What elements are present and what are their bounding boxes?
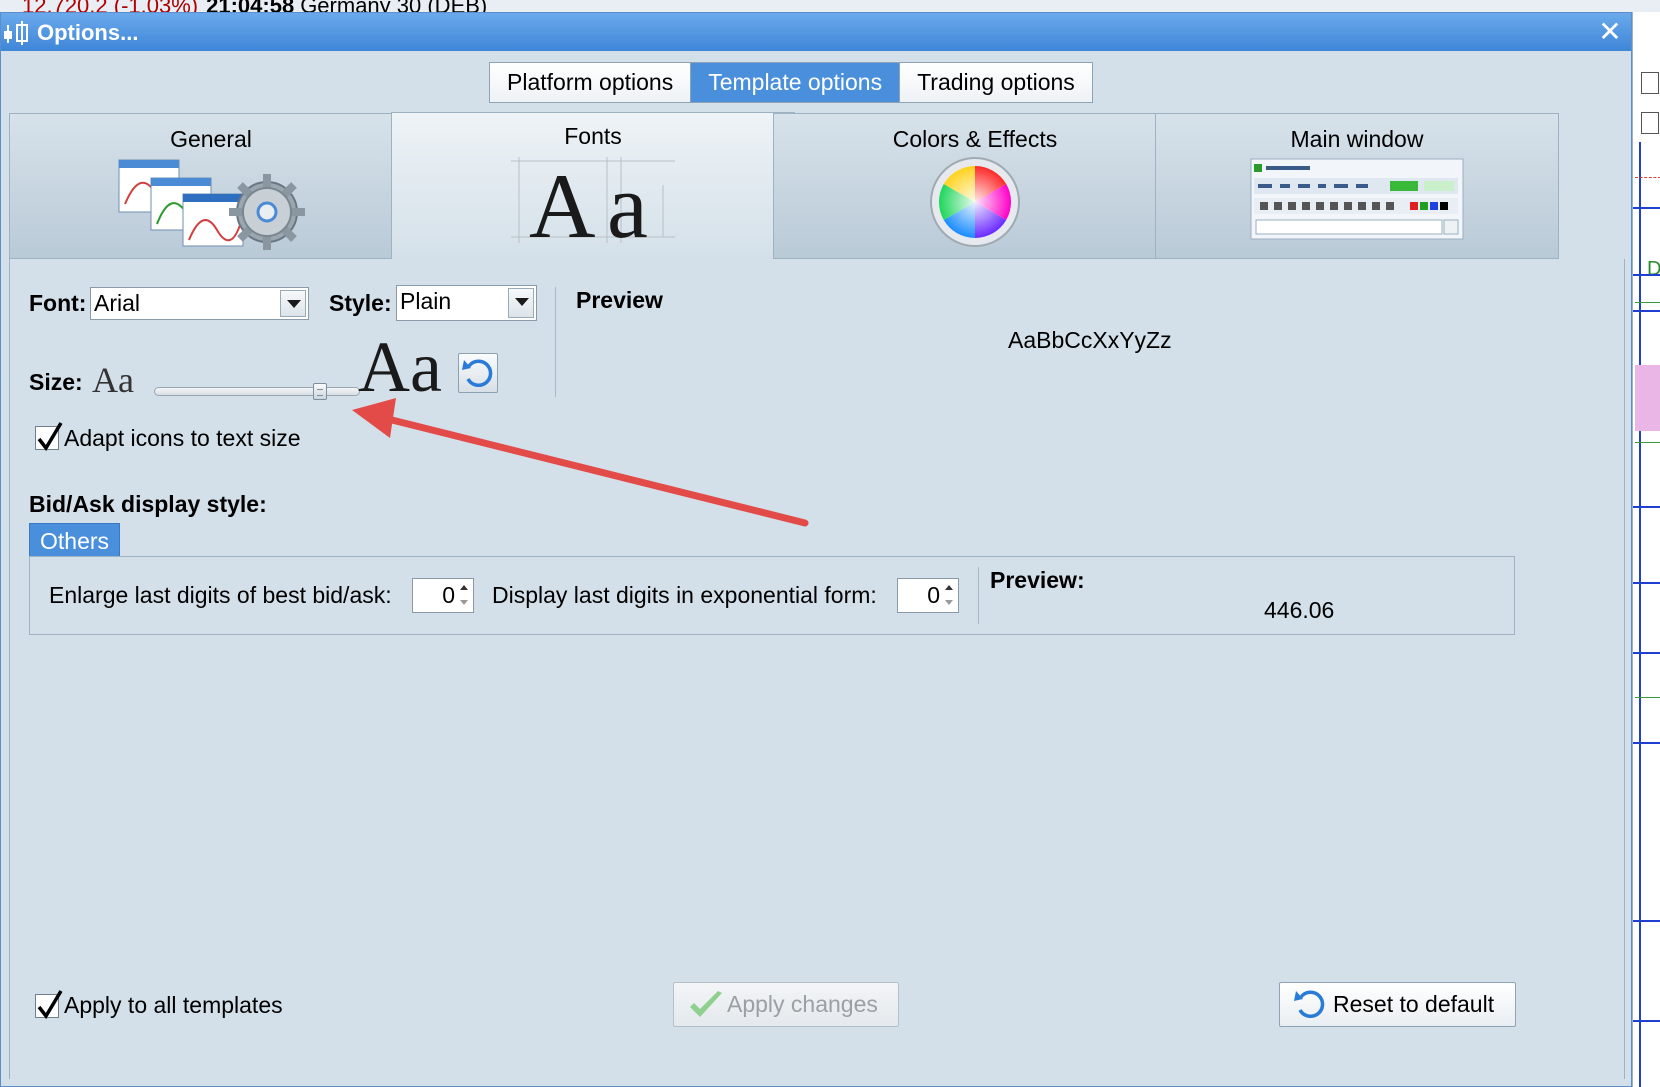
close-icon[interactable]: ✕ (1595, 16, 1625, 48)
tab-fonts-label: Fonts (564, 123, 622, 149)
background-ticker: 12,720.2 (-1.03%) 21:04:58 Germany 30 (DEB… (0, 0, 1660, 12)
background-line (1633, 920, 1660, 922)
bid-ask-preview-label: Preview: (990, 567, 1085, 593)
background-dashed-line (1635, 177, 1660, 178)
tab-others[interactable]: Others (29, 523, 121, 557)
checkmark-icon (37, 990, 63, 1020)
apply-changes-label: Apply changes (727, 991, 878, 1017)
candlestick-icon (3, 21, 29, 45)
bid-ask-group: Enlarge last digits of best bid/ask: 0 D… (29, 556, 1515, 635)
font-dropdown[interactable]: Arial (90, 287, 309, 320)
chevron-down-icon[interactable] (508, 288, 534, 318)
style-dropdown-value: Plain (400, 288, 452, 314)
preview-text: AaBbCcXxYyZz (1008, 327, 1172, 353)
stepper-down-icon[interactable] (458, 596, 471, 610)
tab-platform-options[interactable]: Platform options (490, 63, 692, 102)
tab-colors-label: Colors & Effects (892, 126, 1058, 152)
font-label: Font: (29, 290, 87, 316)
general-settings-icon (111, 156, 311, 255)
font-aa-icon: A a (503, 155, 683, 257)
enlarge-digits-value: 0 (442, 582, 455, 608)
background-line (1633, 582, 1660, 584)
reset-to-default-button[interactable]: Reset to default (1279, 982, 1516, 1027)
background-label: D (1647, 258, 1660, 281)
category-tab-bar: General Fonts A a Colors & Effects Main … (9, 112, 1625, 260)
svg-text:A: A (529, 155, 595, 245)
style-label: Style: (329, 290, 392, 316)
apply-all-checkbox[interactable] (35, 990, 63, 1020)
font-dropdown-value: Arial (94, 290, 141, 316)
enlarge-digits-label: Enlarge last digits of best bid/ask: (49, 582, 392, 608)
background-line (1633, 742, 1660, 744)
background-checkbox (1641, 112, 1659, 134)
fonts-panel: Font: Arial Style: Plain Size: Aa Aa Ada… (9, 259, 1625, 1079)
background-line (1633, 1020, 1660, 1022)
main-window-icon (1250, 158, 1464, 245)
exponential-digits-stepper[interactable]: 0 (897, 578, 959, 613)
bid-ask-label: Bid/Ask display style: (29, 491, 267, 517)
adapt-icons-label: Adapt icons to text size (64, 425, 301, 451)
background-band (1635, 365, 1660, 431)
reset-size-button[interactable] (458, 353, 498, 393)
tab-trading-options[interactable]: Trading options (900, 63, 1092, 102)
checkmark-icon (37, 422, 63, 452)
size-label: Size: (29, 369, 83, 395)
chevron-down-icon[interactable] (280, 290, 306, 317)
tab-general[interactable]: General (9, 113, 413, 259)
tab-main-window[interactable]: Main window (1155, 113, 1559, 259)
reset-to-default-label: Reset to default (1333, 991, 1495, 1017)
tab-general-label: General (170, 126, 252, 152)
style-dropdown[interactable]: Plain (396, 285, 537, 321)
background-line (1633, 652, 1660, 654)
apply-changes-button[interactable]: Apply changes (673, 982, 899, 1027)
tab-main-window-label: Main window (1290, 126, 1424, 152)
background-line (1633, 274, 1660, 276)
stepper-up-icon[interactable] (943, 581, 956, 595)
exponential-digits-label: Display last digits in exponential form: (492, 582, 877, 608)
background-axis-line (1639, 142, 1641, 1087)
svg-text:a: a (607, 155, 648, 245)
size-slider-thumb[interactable] (313, 383, 328, 400)
options-dialog: Options... ✕ Platform options Template o… (0, 12, 1632, 1087)
enlarge-digits-stepper[interactable]: 0 (412, 578, 474, 613)
size-small-sample: Aa (92, 360, 134, 400)
checkmark-icon (688, 989, 724, 1035)
tab-colors-effects[interactable]: Colors & Effects (773, 113, 1177, 259)
size-slider-track[interactable] (154, 387, 360, 396)
adapt-icons-checkbox[interactable] (35, 422, 63, 452)
background-line (1635, 442, 1660, 443)
background-checkbox (1641, 72, 1659, 94)
ticker-name: Germany 30 (DEB) (300, 0, 487, 12)
divider (978, 567, 979, 624)
tab-template-options[interactable]: Template options (691, 63, 901, 102)
background-line (1635, 697, 1660, 698)
background-line (1633, 207, 1660, 209)
tab-fonts[interactable]: Fonts A a (391, 112, 795, 260)
apply-all-label: Apply to all templates (64, 992, 283, 1018)
stepper-down-icon[interactable] (943, 596, 956, 610)
title-bar[interactable]: Options... ✕ (1, 13, 1631, 51)
background-line (1633, 310, 1660, 312)
page-tab-bar: Platform options Template options Tradin… (489, 62, 1093, 103)
size-large-sample: Aa (358, 327, 442, 407)
preview-label: Preview (576, 287, 663, 313)
background-line (1635, 302, 1660, 303)
ticker-change: 12,720.2 (-1.03%) (0, 0, 198, 12)
color-wheel-icon (929, 156, 1021, 253)
stepper-up-icon[interactable] (458, 581, 471, 595)
background-chart-strip: D (1632, 12, 1660, 1087)
reset-icon (1292, 986, 1328, 1036)
background-line (1633, 506, 1660, 508)
ticker-time: 21:04:58 (206, 0, 294, 12)
divider (555, 287, 556, 397)
exponential-digits-value: 0 (927, 582, 940, 608)
dialog-title: Options... (37, 20, 139, 45)
bid-ask-preview-value: 446.06 (1264, 597, 1335, 623)
